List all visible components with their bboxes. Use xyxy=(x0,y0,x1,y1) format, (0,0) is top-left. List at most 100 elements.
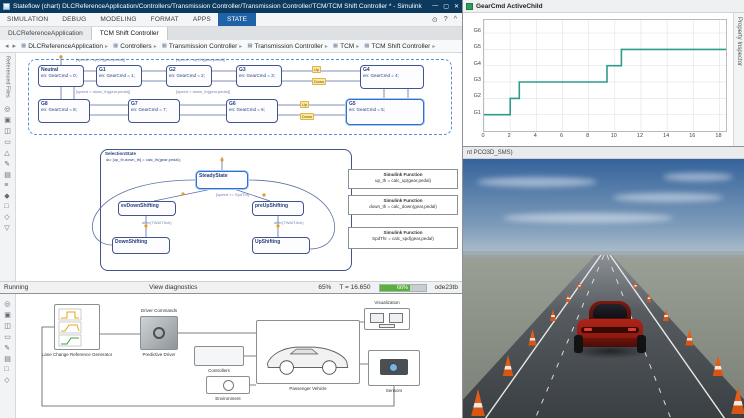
tab-state[interactable]: STATE xyxy=(218,13,256,26)
breadcrumb-separator-icon: ▸ xyxy=(432,43,435,50)
tool-icon[interactable]: △ xyxy=(4,149,11,157)
tool-icon[interactable]: ▣ xyxy=(4,311,11,319)
transition-label: [speed < down_th(gear,pedal)] xyxy=(176,89,230,94)
tool-icon[interactable]: ◎ xyxy=(4,300,11,308)
ribbon-tab[interactable]: DEBUG xyxy=(55,13,93,26)
ribbon-tab[interactable]: MODELING xyxy=(93,13,143,26)
tool-icon[interactable]: ◎ xyxy=(4,105,11,113)
tool-icon[interactable]: ◆ xyxy=(4,192,11,200)
state-g4[interactable]: G4 en: GearCmd = 4; xyxy=(360,65,424,89)
ribbon-tab[interactable]: APPS xyxy=(186,13,218,26)
ribbon-tab[interactable]: FORMAT xyxy=(144,13,186,26)
solver-name[interactable]: ode23tb xyxy=(435,284,459,291)
simulink-function-annotation[interactable]: Simulink Function SpdThr = calc_spd(gear… xyxy=(348,227,458,249)
tool-icon[interactable]: ✎ xyxy=(4,160,11,168)
state-preupshifting[interactable]: preUpShifting xyxy=(252,201,304,216)
breadcrumb-item[interactable]: Transmission Controller xyxy=(255,43,323,50)
tool-icon[interactable]: ✎ xyxy=(4,344,11,352)
tool-icon[interactable]: □ xyxy=(4,203,11,210)
property-inspector-tab[interactable]: Property Inspector xyxy=(736,17,742,146)
collapse-ribbon-icon[interactable]: ^ xyxy=(454,16,457,23)
visualization-block[interactable] xyxy=(364,308,410,330)
simulink-function-annotation[interactable]: Simulink Function down_th = calc_down(ge… xyxy=(348,195,458,215)
doc-tab-dlcreferenceapplication[interactable]: DLCReferenceApplication xyxy=(0,27,92,40)
state-name: UpShifting xyxy=(255,239,307,245)
tool-icon[interactable]: ▭ xyxy=(4,333,11,341)
state-g7[interactable]: G7 en: GearCmd = 7; xyxy=(128,99,180,123)
wheel-right xyxy=(637,335,646,353)
breadcrumb-item[interactable]: DLCReferenceApplication xyxy=(28,43,103,50)
sim3d-window-title: nt PCO3D_SMS) xyxy=(467,150,513,156)
tool-icon[interactable]: ▽ xyxy=(4,224,11,232)
tool-icon[interactable]: ◇ xyxy=(4,376,11,384)
tool-icon[interactable]: ◫ xyxy=(4,322,11,330)
controllers-block[interactable] xyxy=(194,346,244,366)
state-g5[interactable]: G5 en: GearCmd = 5; xyxy=(346,99,424,125)
sim3d-titlebar[interactable]: nt PCO3D_SMS) xyxy=(463,147,744,159)
down-event-badge: Down xyxy=(300,113,314,120)
wheel-left xyxy=(574,335,583,353)
state-entry: en: GearCmd = 7; xyxy=(131,107,167,112)
breadcrumb-item[interactable]: TCM xyxy=(340,43,354,50)
back-icon[interactable]: ◂ xyxy=(5,42,9,50)
maximize-button[interactable]: ▢ xyxy=(443,3,449,10)
state-g1[interactable]: G1 en: GearCmd = 1; xyxy=(96,65,142,87)
x-tick-label: 18 xyxy=(712,133,724,139)
close-button[interactable]: ✕ xyxy=(454,3,459,10)
lane-change-reference-generator-block[interactable] xyxy=(54,304,100,350)
y-tick-label: G2 xyxy=(464,93,481,99)
ribbon-tab[interactable]: SIMULATION xyxy=(0,13,55,26)
ribbon-tab-bar: SIMULATIONDEBUGMODELINGFORMATAPPS STATE … xyxy=(0,13,462,27)
steering-wheel-icon xyxy=(153,327,165,339)
scope-titlebar[interactable]: GearCmd ActiveChild xyxy=(463,0,744,13)
breadcrumb-separator-icon: ▸ xyxy=(105,43,108,50)
breadcrumb-item[interactable]: Transmission Controller xyxy=(169,43,237,50)
passenger-vehicle-block[interactable] xyxy=(256,320,360,384)
progress-label: 66% xyxy=(380,285,426,292)
tool-icon[interactable]: □ xyxy=(4,366,11,373)
sensors-block[interactable] xyxy=(368,350,420,386)
predictive-driver-block[interactable] xyxy=(140,316,178,350)
state-g8[interactable]: G8 en: GearCmd = 8; xyxy=(38,99,90,123)
globe-icon xyxy=(223,380,234,391)
view-diagnostics-link[interactable]: View diagnostics xyxy=(149,284,197,291)
tool-icon[interactable]: ◫ xyxy=(4,127,11,135)
state-steadystate[interactable]: SteadyState xyxy=(196,171,248,189)
tool-icon[interactable]: ≡ xyxy=(4,182,11,189)
stateflow-body: Referenced Files ◎ ▣ ◫ ▭ △ ✎ ▤ ≡ ◆ □ ◇ ▽ xyxy=(0,53,462,281)
transition-label: [speed <= SpdThr] xyxy=(216,192,249,197)
doc-tab-tcm-shift-controller[interactable]: TCM Shift Controller xyxy=(92,27,168,40)
property-inspector-rail[interactable]: Property Inspector xyxy=(733,13,744,146)
state-evdownshifting[interactable]: evDownShifting xyxy=(118,201,176,216)
state-g6[interactable]: G6 en: GearCmd = 6; xyxy=(226,99,278,123)
subsystem-icon: ▦ xyxy=(364,43,369,49)
taillight-right xyxy=(628,328,636,331)
stateflow-titlebar[interactable]: Stateflow (chart) DLCReferenceApplicatio… xyxy=(0,0,462,13)
state-g2[interactable]: G2 en: GearCmd = 2; xyxy=(166,65,212,87)
state-neutral[interactable]: Neutral en: GearCmd = 0; xyxy=(38,65,84,87)
camera-icon xyxy=(380,359,408,375)
sf-left-rail-icons: ◎ ▣ ◫ ▭ △ ✎ ▤ ≡ ◆ □ ◇ ▽ xyxy=(4,105,11,232)
tool-icon[interactable]: ▭ xyxy=(4,138,11,146)
tool-icon[interactable]: ▤ xyxy=(4,171,11,179)
block-label: Environment xyxy=(206,396,250,402)
state-g3[interactable]: G3 en: GearCmd = 3; xyxy=(236,65,282,87)
down-event-badge: Down xyxy=(312,78,326,85)
window-title: Stateflow (chart) DLCReferenceApplicatio… xyxy=(13,3,428,10)
environment-block[interactable] xyxy=(206,376,250,394)
simulink-function-annotation[interactable]: Simulink Function up_th = calc_up(gear,p… xyxy=(348,169,458,189)
state-upshifting[interactable]: UpShifting xyxy=(252,237,310,254)
forward-icon[interactable]: ▸ xyxy=(13,42,17,50)
referenced-files-tab[interactable]: Referenced Files xyxy=(5,53,11,101)
state-downshifting[interactable]: DownShifting xyxy=(112,237,170,254)
help-icon[interactable]: ? xyxy=(444,16,448,23)
tool-icon[interactable]: ▣ xyxy=(4,116,11,124)
minimize-button[interactable]: — xyxy=(432,3,438,10)
breadcrumb-item[interactable]: TCM Shift Controller xyxy=(371,43,430,50)
breadcrumb-item[interactable]: Controllers xyxy=(120,43,151,50)
subsystem-icon: ▦ xyxy=(113,43,118,49)
tool-icon[interactable]: ◇ xyxy=(4,213,11,221)
tool-icon[interactable]: ▤ xyxy=(4,355,11,363)
search-icon[interactable]: ⊙ xyxy=(432,16,438,24)
sim3d-window: nt PCO3D_SMS) xyxy=(462,146,744,418)
